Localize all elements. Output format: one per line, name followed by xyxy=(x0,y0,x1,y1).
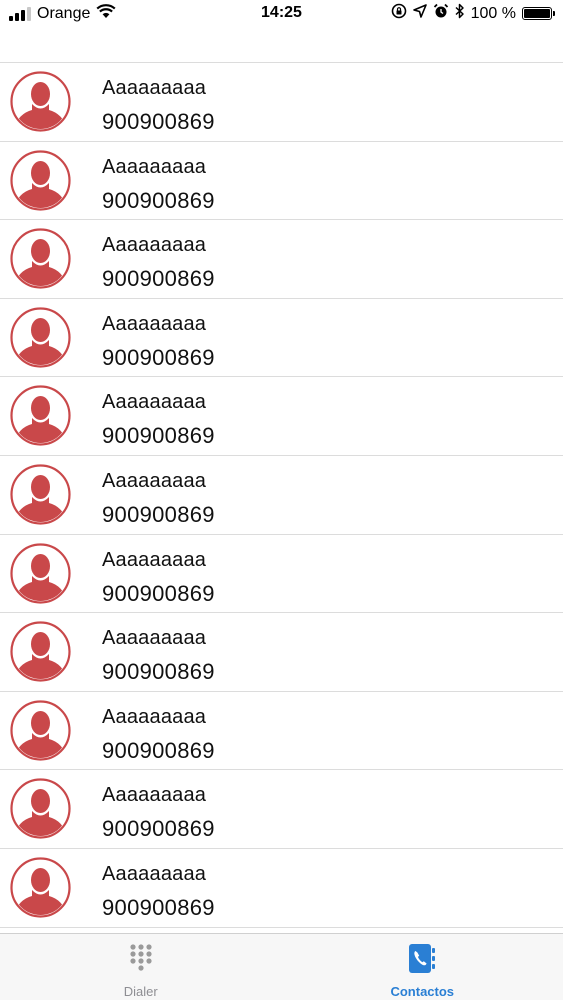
contact-name: Aaaaaaaaa xyxy=(102,548,207,571)
contact-row-10[interactable]: Aaaaaaaaa 900900869 xyxy=(0,849,563,928)
person-placeholder-icon xyxy=(10,228,71,289)
contact-name: Aaaaaaaaa xyxy=(102,784,207,807)
contacts-book-icon xyxy=(407,943,437,975)
contact-phone: 900900869 xyxy=(102,659,215,685)
tab-bar: Dialer Contactos xyxy=(0,933,563,1000)
tab-dialer-label: Dialer xyxy=(123,984,158,999)
person-placeholder-icon xyxy=(10,700,71,761)
rotation-lock-icon xyxy=(391,3,407,24)
tab-contactos-label: Contactos xyxy=(390,984,455,999)
status-bar: Orange 14:25 100 % xyxy=(0,0,563,30)
contact-name: Aaaaaaaaa xyxy=(102,862,207,885)
contact-name: Aaaaaaaaa xyxy=(102,312,207,335)
contact-phone: 900900869 xyxy=(102,344,215,370)
contact-phone: 900900869 xyxy=(102,266,215,292)
contact-list[interactable]: Aaaaaaaaa 900900869 Aaaaaaaaa 900900869 xyxy=(0,62,563,933)
alarm-clock-icon xyxy=(433,3,449,24)
person-placeholder-icon xyxy=(10,464,71,525)
contact-phone: 900900869 xyxy=(102,737,215,763)
contact-row-6[interactable]: Aaaaaaaaa 900900869 xyxy=(0,535,563,614)
contact-phone: 900900869 xyxy=(102,423,215,449)
contact-row-3[interactable]: Aaaaaaaaa 900900869 xyxy=(0,299,563,378)
contact-row-9[interactable]: Aaaaaaaaa 900900869 xyxy=(0,770,563,849)
contact-row-1[interactable]: Aaaaaaaaa 900900869 xyxy=(0,142,563,221)
contact-row-4[interactable]: Aaaaaaaaa 900900869 xyxy=(0,377,563,456)
battery-icon xyxy=(522,7,555,20)
person-placeholder-icon xyxy=(10,778,71,839)
contact-phone: 900900869 xyxy=(102,816,215,842)
person-placeholder-icon xyxy=(10,385,71,446)
battery-percent: 100 % xyxy=(470,4,516,22)
person-placeholder-icon xyxy=(10,542,71,604)
contact-name: Aaaaaaaaa xyxy=(102,391,207,414)
contact-row-0[interactable]: Aaaaaaaaa 900900869 xyxy=(0,63,563,142)
contact-name: Aaaaaaaaa xyxy=(102,469,207,492)
status-right: 100 % xyxy=(391,3,555,24)
contact-name: Aaaaaaaaa xyxy=(102,155,207,178)
contact-row-2[interactable]: Aaaaaaaaa 900900869 xyxy=(0,220,563,299)
contact-name: Aaaaaaaaa xyxy=(102,705,207,728)
person-placeholder-icon xyxy=(10,71,71,132)
contact-name: Aaaaaaaaa xyxy=(102,627,207,650)
contact-phone: 900900869 xyxy=(102,109,215,134)
location-arrow-icon xyxy=(412,4,427,23)
contact-phone: 900900869 xyxy=(102,580,215,606)
person-placeholder-icon xyxy=(10,621,71,682)
contact-row-8[interactable]: Aaaaaaaaa 900900869 xyxy=(0,692,563,771)
person-placeholder-icon xyxy=(10,307,71,368)
tab-dialer[interactable]: Dialer xyxy=(0,934,282,1000)
tab-contactos[interactable]: Contactos xyxy=(282,934,563,1000)
contact-phone: 900900869 xyxy=(102,501,215,527)
dialpad-icon xyxy=(126,943,156,975)
person-placeholder-icon xyxy=(10,149,71,211)
bluetooth-icon xyxy=(455,3,465,24)
contact-name: Aaaaaaaaa xyxy=(102,234,207,257)
contact-name: Aaaaaaaaa xyxy=(102,77,207,99)
contact-phone: 900900869 xyxy=(102,894,215,920)
person-placeholder-icon xyxy=(10,857,71,918)
contact-phone: 900900869 xyxy=(102,187,215,213)
contact-row-7[interactable]: Aaaaaaaaa 900900869 xyxy=(0,613,563,692)
contact-row-5[interactable]: Aaaaaaaaa 900900869 xyxy=(0,456,563,535)
